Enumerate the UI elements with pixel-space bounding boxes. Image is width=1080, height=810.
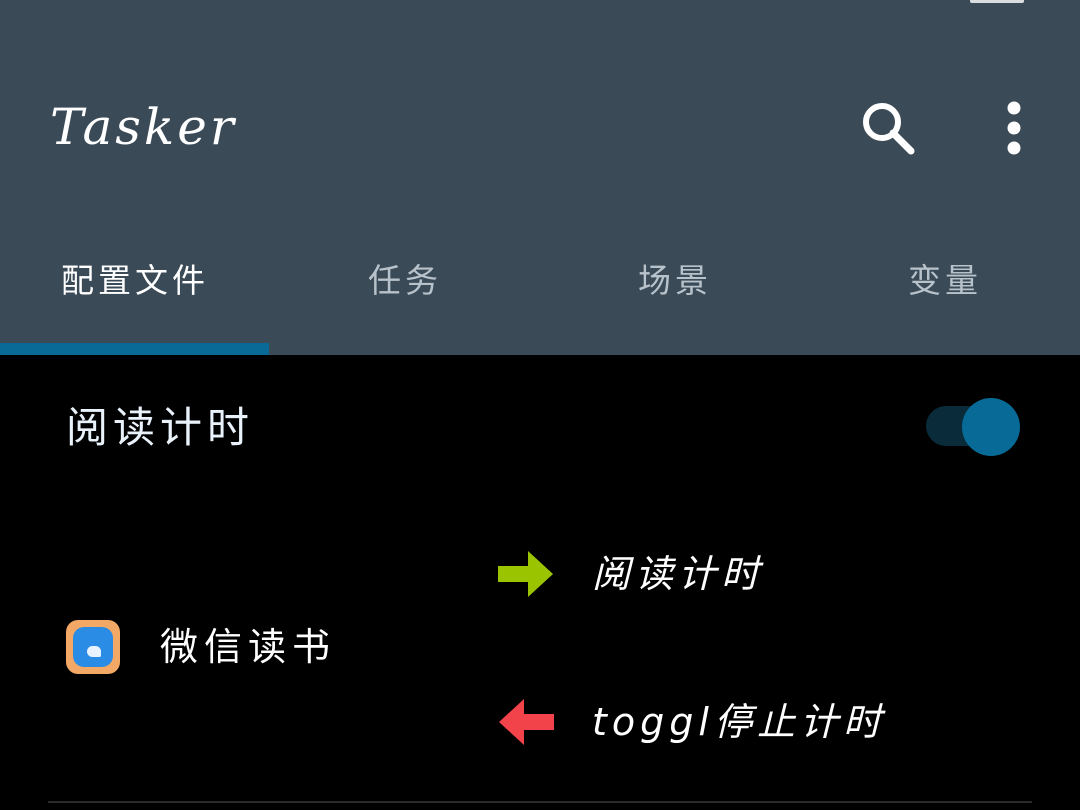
exit-task-label: toggl停止计时 [592, 700, 886, 744]
weread-app-icon[interactable] [66, 620, 120, 674]
app-bar: Tasker 配置文件 任务 场景 变量 [0, 0, 1080, 355]
enter-task-row[interactable]: 阅读计时 [498, 546, 764, 602]
enter-task-label: 阅读计时 [592, 552, 765, 596]
profile-enabled-toggle[interactable] [924, 398, 1024, 456]
search-icon [863, 103, 915, 155]
active-tab-indicator [0, 343, 269, 355]
tab-profiles[interactable]: 配置文件 [0, 238, 270, 318]
exit-task-row[interactable]: toggl停止计时 [498, 694, 886, 750]
list-divider [48, 801, 1032, 803]
app-title: Tasker [50, 98, 237, 156]
tab-tasks[interactable]: 任务 [270, 238, 540, 318]
arrow-right-icon [498, 551, 553, 597]
tasker-app: Tasker 配置文件 任务 场景 变量 阅读计时 微信读书 阅读计时 togg… [0, 0, 1080, 810]
status-bar-indicator [970, 0, 1024, 3]
profile-name[interactable]: 阅读计时 [66, 400, 254, 456]
arrow-left-icon [499, 699, 554, 745]
context-label[interactable]: 微信读书 [160, 620, 336, 674]
more-vert-icon [1007, 101, 1021, 155]
tab-variables[interactable]: 变量 [810, 238, 1080, 318]
tab-bar: 配置文件 任务 场景 变量 [0, 238, 1080, 318]
tab-scenes[interactable]: 场景 [540, 238, 810, 318]
chat-bubble-icon [87, 646, 101, 657]
search-button[interactable] [852, 92, 924, 164]
toggle-thumb [962, 398, 1020, 456]
more-options-button[interactable] [984, 92, 1044, 164]
